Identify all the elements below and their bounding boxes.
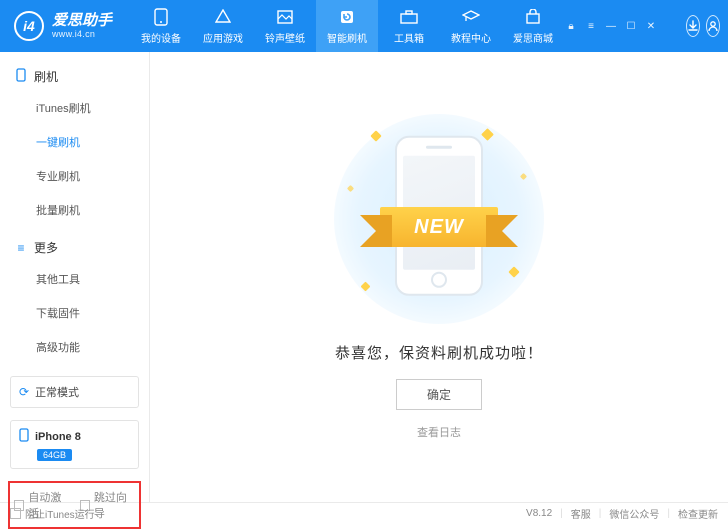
nav-tab-mall[interactable]: 爱思商城 <box>502 0 564 52</box>
version-label: V8.12 <box>526 508 552 519</box>
view-log-link[interactable]: 查看日志 <box>417 424 461 440</box>
nav-tab-device[interactable]: 我的设备 <box>130 0 192 52</box>
nav-label: 教程中心 <box>451 30 491 45</box>
nav-tab-tutorial[interactable]: 教程中心 <box>440 0 502 52</box>
sync-icon: ⟳ <box>19 385 29 399</box>
tutorial-icon <box>462 8 480 26</box>
checkbox-icon <box>10 508 21 519</box>
title-bar: i4 爱思助手 www.i4.cn 我的设备 应用游戏 铃声壁纸 智能刷机 工具… <box>0 0 728 52</box>
phone-icon <box>152 8 170 26</box>
nav-tabs: 我的设备 应用游戏 铃声壁纸 智能刷机 工具箱 教程中心 爱思商城 <box>130 0 564 52</box>
download-button[interactable] <box>686 15 700 37</box>
nav-label: 智能刷机 <box>327 30 367 45</box>
title-right: 🔒︎ ≡ — ☐ ✕ <box>564 15 728 37</box>
lock-icon[interactable]: 🔒︎ <box>564 21 578 32</box>
brand-name: 爱思助手 <box>52 13 112 28</box>
device-indicator[interactable]: iPhone 8 64GB <box>10 420 139 469</box>
nav-tab-toolbox[interactable]: 工具箱 <box>378 0 440 52</box>
mode-label: 正常模式 <box>35 384 79 400</box>
success-message: 恭喜您，保资料刷机成功啦！ <box>335 342 543 363</box>
nav-label: 铃声壁纸 <box>265 30 305 45</box>
menu-icon: ≡ <box>14 241 28 255</box>
maximize-icon[interactable]: ☐ <box>624 21 638 32</box>
mall-icon <box>524 8 542 26</box>
sidebar-group-title: 更多 <box>34 239 58 256</box>
close-icon[interactable]: ✕ <box>644 21 658 32</box>
brand-url: www.i4.cn <box>52 30 112 39</box>
wallpaper-icon <box>276 8 294 26</box>
footer-link-support[interactable]: 客服 <box>571 506 591 521</box>
user-button[interactable] <box>706 15 720 37</box>
sidebar-group-flash: 刷机 <box>0 62 149 91</box>
mode-indicator[interactable]: ⟳ 正常模式 <box>10 376 139 408</box>
nav-label: 应用游戏 <box>203 30 243 45</box>
brand-logo: i4 爱思助手 www.i4.cn <box>0 11 126 41</box>
nav-label: 我的设备 <box>141 30 181 45</box>
apps-icon <box>214 8 232 26</box>
footer-link-update[interactable]: 检查更新 <box>678 506 718 521</box>
nav-tab-flash[interactable]: 智能刷机 <box>316 0 378 52</box>
new-ribbon: NEW <box>380 207 498 247</box>
sidebar-item-batch-flash[interactable]: 批量刷机 <box>0 193 149 227</box>
checkbox-block-itunes[interactable]: 阻止iTunes运行 <box>10 506 95 521</box>
sidebar-group-title: 刷机 <box>34 68 58 85</box>
checkbox-label: 跳过向导 <box>94 489 135 521</box>
sidebar-item-pro-flash[interactable]: 专业刷机 <box>0 159 149 193</box>
sidebar-item-advanced[interactable]: 高级功能 <box>0 330 149 364</box>
menu-icon[interactable]: ≡ <box>584 21 598 32</box>
sidebar-item-other-tools[interactable]: 其他工具 <box>0 262 149 296</box>
sidebar-group-more: ≡ 更多 <box>0 233 149 262</box>
flash-icon <box>338 8 356 26</box>
nav-label: 工具箱 <box>394 30 424 45</box>
sidebar: 刷机 iTunes刷机 一键刷机 专业刷机 批量刷机 ≡ 更多 其他工具 下载固… <box>0 52 150 502</box>
phone-icon <box>14 68 28 85</box>
toolbox-icon <box>400 8 418 26</box>
sidebar-item-download-firmware[interactable]: 下载固件 <box>0 296 149 330</box>
ribbon-label: NEW <box>380 207 498 247</box>
nav-tab-games[interactable]: 应用游戏 <box>192 0 254 52</box>
ok-button[interactable]: 确定 <box>396 379 482 410</box>
hero-illustration: NEW <box>334 114 544 324</box>
main-content: NEW 恭喜您，保资料刷机成功啦！ 确定 查看日志 <box>150 52 728 502</box>
highlighted-options: 自动激活 跳过向导 <box>8 481 141 529</box>
minimize-icon[interactable]: — <box>604 21 618 32</box>
sidebar-item-itunes-flash[interactable]: iTunes刷机 <box>0 91 149 125</box>
checkbox-label: 阻止iTunes运行 <box>25 506 95 521</box>
nav-label: 爱思商城 <box>513 30 553 45</box>
footer-link-wechat[interactable]: 微信公众号 <box>609 506 659 521</box>
logo-icon: i4 <box>14 11 44 41</box>
device-name: iPhone 8 <box>35 431 81 443</box>
storage-badge: 64GB <box>37 449 72 461</box>
sidebar-item-oneclick-flash[interactable]: 一键刷机 <box>0 125 149 159</box>
app-body: 刷机 iTunes刷机 一键刷机 专业刷机 批量刷机 ≡ 更多 其他工具 下载固… <box>0 52 728 502</box>
nav-tab-ringwall[interactable]: 铃声壁纸 <box>254 0 316 52</box>
window-controls: 🔒︎ ≡ — ☐ ✕ <box>564 21 658 32</box>
phone-icon <box>19 428 29 445</box>
